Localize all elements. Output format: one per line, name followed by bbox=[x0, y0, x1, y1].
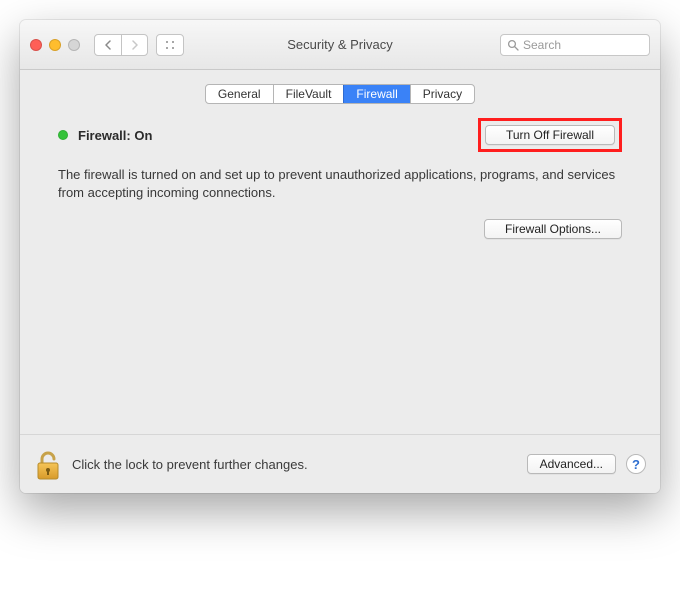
tab-privacy[interactable]: Privacy bbox=[410, 85, 474, 103]
prefs-window: Security & Privacy Search General FileVa… bbox=[20, 20, 660, 493]
firewall-options-button[interactable]: Firewall Options... bbox=[484, 219, 622, 239]
lock-hint-text: Click the lock to prevent further change… bbox=[72, 457, 517, 472]
status-indicator-icon bbox=[58, 130, 68, 140]
search-field[interactable]: Search bbox=[500, 34, 650, 56]
options-row: Firewall Options... bbox=[58, 219, 622, 239]
turn-off-firewall-button[interactable]: Turn Off Firewall bbox=[485, 125, 615, 145]
lock-open-icon bbox=[35, 449, 61, 481]
annotation-highlight: Turn Off Firewall bbox=[478, 118, 622, 152]
help-button[interactable]: ? bbox=[626, 454, 646, 474]
close-window-button[interactable] bbox=[30, 39, 42, 51]
traffic-lights bbox=[30, 39, 80, 51]
show-all-button[interactable] bbox=[156, 34, 184, 56]
lock-button[interactable] bbox=[34, 447, 62, 481]
tab-filevault[interactable]: FileVault bbox=[273, 85, 344, 103]
content-area: Firewall: On Turn Off Firewall The firew… bbox=[20, 114, 660, 434]
grid-icon bbox=[164, 39, 176, 51]
tab-firewall[interactable]: Firewall bbox=[343, 85, 409, 103]
window-title: Security & Privacy bbox=[287, 37, 392, 52]
footer: Click the lock to prevent further change… bbox=[20, 434, 660, 493]
minimize-window-button[interactable] bbox=[49, 39, 61, 51]
nav-back-forward bbox=[94, 34, 148, 56]
firewall-status-row: Firewall: On Turn Off Firewall bbox=[58, 118, 622, 152]
firewall-status-label: Firewall: On bbox=[78, 128, 152, 143]
back-button[interactable] bbox=[95, 35, 121, 55]
firewall-description: The firewall is turned on and set up to … bbox=[58, 166, 622, 201]
search-placeholder: Search bbox=[523, 38, 561, 52]
search-icon bbox=[507, 39, 519, 51]
tab-bar: General FileVault Firewall Privacy bbox=[20, 70, 660, 114]
tabs: General FileVault Firewall Privacy bbox=[205, 84, 475, 104]
zoom-window-button bbox=[68, 39, 80, 51]
forward-button[interactable] bbox=[121, 35, 147, 55]
tab-general[interactable]: General bbox=[206, 85, 273, 103]
advanced-button[interactable]: Advanced... bbox=[527, 454, 616, 474]
titlebar: Security & Privacy Search bbox=[20, 20, 660, 70]
